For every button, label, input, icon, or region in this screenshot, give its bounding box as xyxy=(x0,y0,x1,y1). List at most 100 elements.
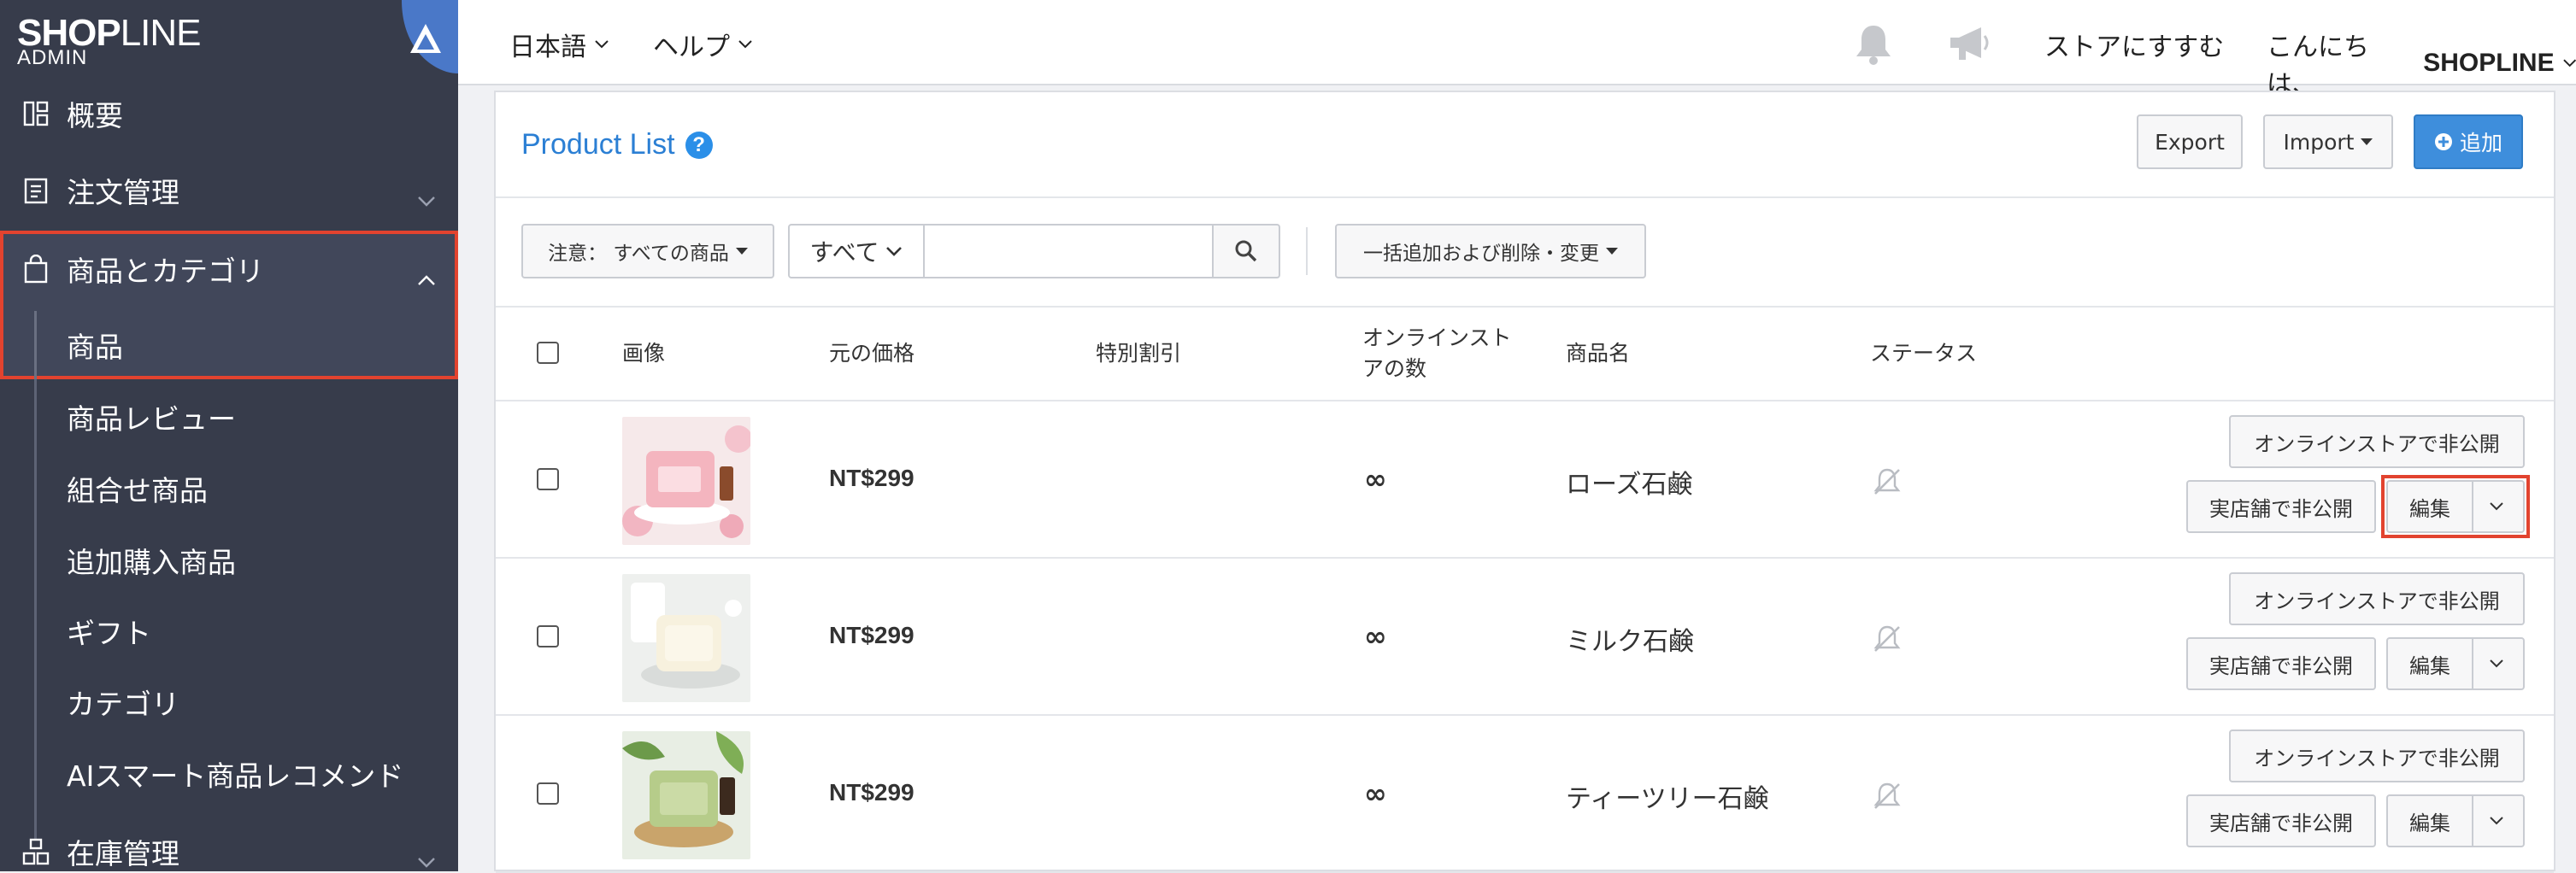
greeting-text: こんにちは、 xyxy=(2267,32,2369,100)
sidebar-item-inventory[interactable]: 在庫管理 xyxy=(0,813,458,871)
online-stock-value: ∞ xyxy=(1364,777,1387,810)
bulk-label: 一括追加および削除・変更 xyxy=(1363,243,1599,265)
sidebar-item-products-categories[interactable]: 商品とカテゴリ xyxy=(0,231,458,308)
tea-tree-soap-image[interactable] xyxy=(622,731,750,859)
language-dropdown[interactable]: 日本語 xyxy=(509,26,609,63)
search-input[interactable] xyxy=(923,224,1214,278)
hide-offline-store-button[interactable]: 実店舗で非公開 xyxy=(2186,480,2376,533)
caret-down-icon xyxy=(735,248,748,255)
help-circle-icon[interactable]: ? xyxy=(685,131,713,159)
chevron-down-icon xyxy=(2562,59,2576,67)
online-stock-value: ∞ xyxy=(1364,620,1387,653)
edit-split-button: 編集 xyxy=(2386,794,2525,847)
brand[interactable]: SHOPLINE ADMIN xyxy=(0,0,458,85)
user-menu-dropdown[interactable]: こんにちは、 SHOPLINE xyxy=(2267,26,2576,101)
scope-label: すべて xyxy=(809,238,879,267)
row-checkbox[interactable] xyxy=(537,468,559,490)
bell-slash-icon xyxy=(1870,622,1904,659)
caret-down-icon xyxy=(1606,248,1618,255)
chevron-down-icon xyxy=(2490,817,2503,825)
dashboard-icon xyxy=(19,97,53,131)
go-to-store-link[interactable]: ストアにすすむ xyxy=(2044,26,2224,63)
product-price: NT$299 xyxy=(829,465,915,491)
sidebar-item-overview[interactable]: 概要 xyxy=(0,75,458,152)
caret-down-icon xyxy=(2361,138,2373,145)
sidebar-item-label: 注文管理 xyxy=(67,176,179,209)
column-header-status: ステータス xyxy=(1870,341,1978,366)
column-header-discount: 特別割引 xyxy=(1096,341,1182,366)
table-row: NT$299 ∞ ローズ石鹸 オンラインストアで非公開 実店舗で非公開 編集 xyxy=(496,401,2554,559)
import-label: Import xyxy=(2283,129,2355,155)
row-checkbox[interactable] xyxy=(537,625,559,647)
sidebar-item-label: 概要 xyxy=(67,99,123,132)
filter-divider xyxy=(1306,227,1308,275)
bell-icon[interactable] xyxy=(1853,22,1894,68)
sidebar-subitem-add-on-products[interactable]: 追加購入商品 xyxy=(67,524,458,596)
help-label: ヘルプ xyxy=(653,32,730,62)
megaphone-icon[interactable] xyxy=(1947,24,1993,67)
import-button[interactable]: Import xyxy=(2263,114,2393,169)
milk-soap-image[interactable] xyxy=(622,574,750,702)
shopline-corner-logo-icon xyxy=(385,0,458,73)
edit-options-dropdown[interactable] xyxy=(2473,639,2520,688)
sidebar-item-orders[interactable]: 注文管理 xyxy=(0,152,458,229)
table-row: NT$299 ∞ ティーツリー石鹸 オンラインストアで非公開 実店舗で非公開 編… xyxy=(496,716,2554,873)
language-label: 日本語 xyxy=(509,32,586,62)
chevron-down-icon xyxy=(595,40,609,49)
column-header-image: 画像 xyxy=(622,341,666,366)
row-checkbox[interactable] xyxy=(537,782,559,805)
search-scope-dropdown[interactable]: すべて xyxy=(788,224,925,278)
sidebar-subitem-categories[interactable]: カテゴリ xyxy=(67,666,458,738)
hide-offline-store-button[interactable]: 実店舗で非公開 xyxy=(2186,637,2376,690)
column-header-price: 元の価格 xyxy=(829,341,915,366)
column-header-online-stock-line2: アの数 xyxy=(1362,356,1427,381)
hide-offline-store-button[interactable]: 実店舗で非公開 xyxy=(2186,794,2376,847)
chevron-up-icon xyxy=(417,260,436,293)
bulk-edit-dropdown[interactable]: 一括追加および削除・変更 xyxy=(1335,224,1646,278)
brand-subtitle: ADMIN xyxy=(17,46,88,69)
chevron-down-icon xyxy=(738,40,752,49)
sidebar-item-label: 在庫管理 xyxy=(67,837,179,870)
hide-online-store-button[interactable]: オンラインストアで非公開 xyxy=(2229,415,2525,468)
bell-slash-icon xyxy=(1870,465,1904,502)
add-product-button[interactable]: 追加 xyxy=(2414,114,2523,169)
sidebar-subitem-product-reviews[interactable]: 商品レビュー xyxy=(67,381,458,453)
chevron-down-icon xyxy=(886,247,903,256)
submenu-guide-line-active xyxy=(34,311,37,379)
sidebar-subitem-products[interactable]: 商品 xyxy=(67,309,458,381)
help-dropdown[interactable]: ヘルプ xyxy=(653,26,752,63)
hide-online-store-button[interactable]: オンラインストアで非公開 xyxy=(2229,729,2525,782)
panel-header: Product List ? Export Import 追加 xyxy=(496,92,2554,198)
edit-button[interactable]: 編集 xyxy=(2388,639,2473,688)
product-name[interactable]: ローズ石鹸 xyxy=(1566,463,1693,501)
sidebar-subitem-ai-recommend[interactable]: AIスマート商品レコメンド xyxy=(67,738,458,810)
clipboard-icon xyxy=(19,173,53,208)
table-row: NT$299 ∞ ミルク石鹸 オンラインストアで非公開 実店舗で非公開 編集 xyxy=(496,559,2554,716)
export-button[interactable]: Export xyxy=(2137,114,2243,169)
sidebar-item-label: 商品とカテゴリ xyxy=(67,255,264,288)
filter-label: 注意： すべての商品 xyxy=(548,243,729,265)
sidebar-subitem-bundles[interactable]: 組合せ商品 xyxy=(67,453,458,524)
top-bar: 日本語 ヘルプ ストアにすすむ こんにちは、 SHOPLINE xyxy=(458,0,2576,100)
edit-options-dropdown[interactable] xyxy=(2473,796,2520,846)
rose-soap-image[interactable] xyxy=(622,417,750,545)
product-name[interactable]: ティーツリー石鹸 xyxy=(1566,777,1769,815)
search-button[interactable] xyxy=(1212,224,1280,278)
warehouse-icon xyxy=(19,835,53,869)
shopping-bag-icon xyxy=(19,252,53,286)
column-header-product-name: 商品名 xyxy=(1566,341,1631,366)
product-filter-dropdown[interactable]: 注意： すべての商品 xyxy=(521,224,774,278)
product-price: NT$299 xyxy=(829,622,915,648)
search-icon xyxy=(1235,240,1257,262)
add-label: 追加 xyxy=(2459,131,2502,155)
submenu-guide-line xyxy=(34,379,37,841)
hide-online-store-button[interactable]: オンラインストアで非公開 xyxy=(2229,572,2525,625)
select-all-checkbox[interactable] xyxy=(537,342,559,364)
product-name[interactable]: ミルク石鹸 xyxy=(1566,620,1694,658)
plus-circle-icon xyxy=(2434,133,2452,150)
edit-button[interactable]: 編集 xyxy=(2388,796,2473,846)
online-stock-value: ∞ xyxy=(1364,463,1387,495)
sidebar-subitem-gifts[interactable]: ギフト xyxy=(67,595,458,667)
table-header: 画像 元の価格 特別割引 オンラインスト アの数 商品名 ステータス xyxy=(496,308,2554,401)
sidebar: SHOPLINE ADMIN 概要 注文管理 商品とカテゴリ 商品 商品レビュー… xyxy=(0,0,458,871)
